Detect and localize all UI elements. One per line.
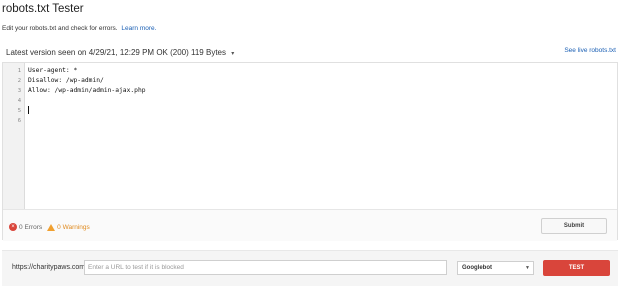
line-number: 6: [17, 118, 21, 124]
line-number: 2: [17, 78, 21, 84]
selected-bot: Googlebot: [462, 265, 492, 271]
code-line-with-cursor[interactable]: [25, 106, 617, 116]
code-line[interactable]: User-agent: *: [25, 66, 617, 76]
code-line[interactable]: Disallow: /wp-admin/: [25, 76, 617, 86]
url-prefix: https://charitypaws.com/: [12, 264, 88, 271]
see-live-link[interactable]: See live robots.txt: [564, 47, 616, 54]
page-title: robots.txt Tester: [2, 3, 84, 15]
user-agent-select[interactable]: Googlebot ▼: [457, 261, 534, 275]
text-cursor: [28, 106, 29, 114]
submit-button[interactable]: Submit: [541, 218, 607, 234]
test-button[interactable]: TEST: [543, 260, 610, 276]
warnings-label: Warnings: [62, 223, 90, 231]
errors-label: Errors: [24, 223, 43, 231]
version-text: Latest version seen on 4/29/21, 12:29 PM…: [6, 48, 226, 57]
editor-panel: 1 2 3 4 5 6 User-agent: * Disallow: /wp-…: [2, 62, 618, 241]
learn-more-link[interactable]: Learn more.: [121, 25, 156, 32]
subtitle-text: Edit your robots.txt and check for error…: [2, 25, 118, 32]
code-line[interactable]: [25, 116, 617, 126]
test-url-input[interactable]: [84, 260, 447, 275]
line-number: 1: [17, 68, 21, 74]
line-number-gutter: 1 2 3 4 5 6: [3, 63, 25, 209]
robots-code-editor[interactable]: User-agent: * Disallow: /wp-admin/ Allow…: [25, 63, 617, 209]
error-circle-icon: ×: [9, 223, 17, 231]
version-dropdown-caret[interactable]: ▾: [231, 51, 234, 57]
line-number: 3: [17, 88, 21, 94]
line-number: 5: [17, 108, 21, 114]
warning-triangle-icon: [47, 223, 56, 231]
code-line[interactable]: [25, 96, 617, 106]
editor-status-bar: × 0 Errors 0 Warnings Submit: [3, 209, 617, 241]
line-number: 4: [17, 98, 21, 104]
errors-count: 0: [19, 223, 23, 231]
error-warning-summary: × 0 Errors 0 Warnings: [9, 223, 90, 231]
warnings-count: 0: [57, 223, 61, 231]
chevron-down-icon: ▼: [525, 265, 530, 271]
code-line[interactable]: Allow: /wp-admin/admin-ajax.php: [25, 86, 617, 96]
version-line: Latest version seen on 4/29/21, 12:29 PM…: [6, 48, 234, 57]
page-subtitle: Edit your robots.txt and check for error…: [2, 25, 156, 32]
url-test-bar: https://charitypaws.com/ Googlebot ▼ TES…: [2, 250, 618, 286]
